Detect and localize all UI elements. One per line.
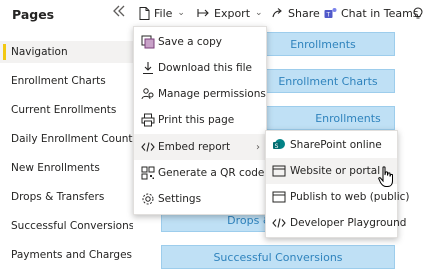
chat-in-teams-label: Chat in Teams — [341, 6, 419, 20]
share-button[interactable]: Share — [271, 0, 320, 26]
pages-pane: Pages Navigation Enrollment Charts Curre… — [0, 0, 134, 261]
page-item-successful-conversions[interactable]: Successful Conversions — [0, 215, 133, 237]
export-label: Export — [214, 6, 251, 20]
save-copy-icon — [141, 35, 155, 49]
menu-item-manage-permissions[interactable]: Manage permissions — [134, 81, 266, 107]
print-icon — [141, 113, 155, 127]
menu-item-label: Generate a QR code — [158, 167, 265, 179]
page-item-new-enrollments[interactable]: New Enrollments — [0, 157, 133, 179]
export-button[interactable]: Export ⌄ — [197, 0, 263, 26]
teams-icon: T — [324, 7, 337, 18]
submenu-item-developer-playground[interactable]: Developer Playground — [266, 210, 406, 236]
page-item-drops-transfers[interactable]: Drops & Transfers — [0, 186, 133, 208]
menu-item-print[interactable]: Print this page — [134, 107, 266, 133]
lightbulb-icon — [413, 6, 423, 18]
submenu-item-label: Developer Playground — [290, 217, 407, 229]
chevron-down-icon: ⌄ — [255, 8, 263, 18]
collapse-pane-icon[interactable] — [111, 3, 127, 19]
gear-icon — [142, 193, 154, 205]
pages-title: Pages — [12, 7, 55, 22]
svg-text:S: S — [275, 143, 279, 150]
file-menu-button[interactable]: File ⌄ — [139, 0, 185, 26]
menu-item-settings[interactable]: Settings — [134, 186, 266, 212]
menu-item-embed-report[interactable]: Embed report › — [134, 134, 266, 160]
file-menu-label: File — [154, 6, 173, 20]
menu-item-save-copy[interactable]: Save a copy — [134, 29, 266, 55]
menu-item-label: Embed report — [158, 141, 231, 153]
nav-button-label: Enrollment Charts — [278, 74, 378, 88]
page-item-enrollment-charts[interactable]: Enrollment Charts — [0, 70, 133, 92]
file-dropdown-menu: Save a copy Download this file Manage pe… — [133, 26, 267, 215]
code-icon — [141, 142, 155, 152]
window-icon — [272, 191, 286, 203]
chevron-right-icon: › — [256, 141, 260, 153]
menu-item-qr-code[interactable]: Generate a QR code — [134, 160, 266, 186]
menu-item-label: Settings — [158, 193, 202, 205]
menu-item-label: Manage permissions — [158, 88, 266, 100]
export-icon — [197, 9, 209, 17]
share-label: Share — [288, 6, 320, 20]
nav-button-successful-conversions[interactable]: Successful Conversions — [161, 245, 395, 269]
website-icon — [272, 165, 286, 177]
nav-button-label: Successful Conversions — [213, 250, 343, 264]
menu-item-label: Download this file — [158, 62, 253, 74]
menu-item-label: Print this page — [158, 114, 235, 126]
submenu-item-sharepoint[interactable]: S SharePoint online — [266, 132, 397, 158]
chat-in-teams-button[interactable]: T Chat in Teams — [324, 0, 419, 26]
svg-text:T: T — [326, 11, 331, 18]
share-icon — [272, 8, 282, 18]
qr-code-icon — [141, 166, 155, 180]
nav-button-label: Enrollments — [315, 111, 381, 125]
nav-button-label: Enrollments — [290, 37, 356, 51]
toolbar: File ⌄ Export ⌄ Share T Chat in Teams — [133, 0, 427, 27]
download-icon — [143, 62, 153, 75]
file-icon — [139, 6, 150, 20]
page-item-daily-enrollment-count[interactable]: Daily Enrollment Count — [0, 128, 133, 150]
lightbulb-button[interactable] — [413, 0, 427, 26]
people-icon — [141, 88, 154, 100]
submenu-item-label: SharePoint online — [290, 139, 382, 151]
chevron-down-icon: ⌄ — [177, 8, 185, 18]
hand-cursor-icon — [378, 166, 393, 187]
sharepoint-icon: S — [273, 139, 285, 150]
page-item-payments-charges[interactable]: Payments and Charges — [0, 244, 133, 266]
code-icon — [272, 218, 286, 228]
submenu-item-label: Publish to web (public) — [290, 191, 410, 203]
page-item-current-enrollments[interactable]: Current Enrollments — [0, 99, 133, 121]
menu-item-download[interactable]: Download this file — [134, 55, 266, 81]
pages-header: Pages — [0, 0, 133, 30]
submenu-item-label: Website or portal — [290, 165, 381, 177]
menu-item-label: Save a copy — [158, 36, 222, 48]
page-item-navigation[interactable]: Navigation — [0, 41, 133, 63]
